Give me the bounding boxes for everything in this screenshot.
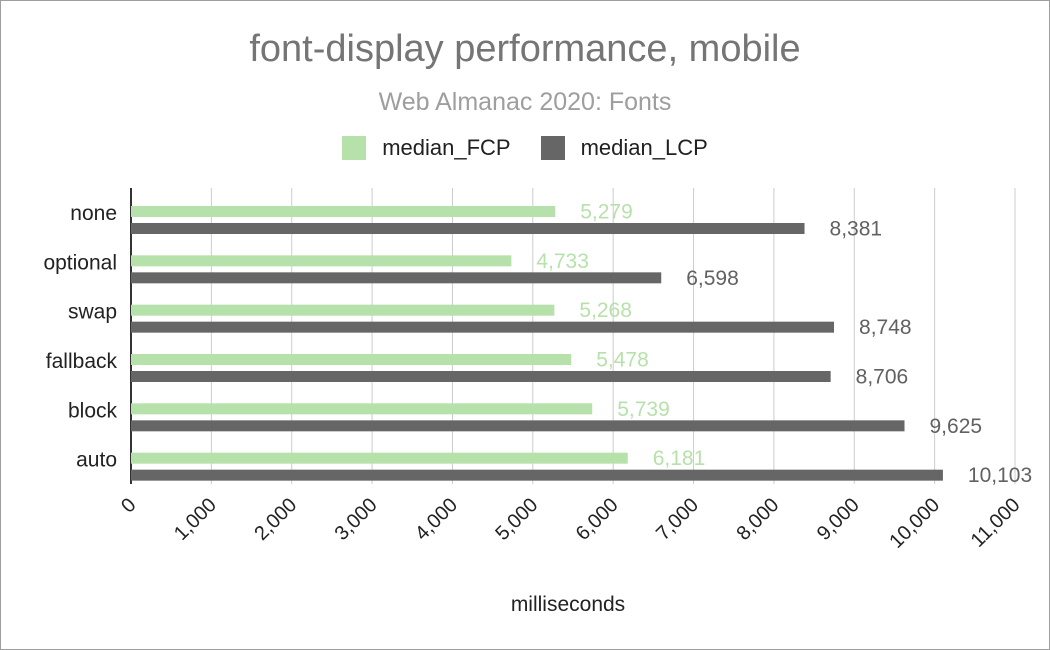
bar-median-fcp [131, 206, 556, 217]
x-tick-label: 10,000 [885, 494, 944, 553]
bar-chart: 0 1,000 2,000 3,000 4,000 5,000 6,000 7,000 8,00… [43, 188, 1032, 616]
x-tick-label: 9,000 [813, 494, 864, 545]
data-label: 6,181 [653, 447, 706, 470]
x-tick-label: 7,000 [652, 494, 703, 545]
data-label: 9,625 [930, 415, 983, 438]
category-label: fallback [46, 350, 118, 373]
data-label: 6,598 [686, 267, 739, 290]
bar-median-lcp [131, 469, 943, 481]
data-label: 8,706 [856, 366, 909, 389]
data-label: 4,733 [536, 250, 589, 273]
bar-median-fcp [131, 403, 593, 415]
x-tick-label: 1,000 [170, 494, 221, 545]
x-tick-label: 4,000 [411, 494, 462, 545]
category-label: optional [43, 251, 117, 274]
data-label: 10,103 [968, 464, 1032, 487]
x-axis-title: milliseconds [511, 593, 625, 616]
bar-median-fcp [131, 354, 572, 365]
bar-median-fcp [131, 255, 512, 267]
data-label: 5,268 [579, 299, 632, 322]
x-tick-label: 5,000 [491, 494, 542, 545]
category-label: swap [68, 301, 117, 324]
category-label: auto [76, 449, 117, 472]
category-label: block [68, 399, 118, 422]
x-tick-label: 2,000 [250, 494, 301, 545]
bar-median-lcp [131, 223, 805, 234]
x-tick-label: 8,000 [732, 494, 783, 545]
x-tick-label: 0 [117, 494, 140, 517]
bar-median-fcp [131, 304, 555, 316]
data-label: 5,279 [580, 201, 633, 224]
bar-median-fcp [131, 452, 628, 464]
category-label: none [70, 202, 117, 225]
bar-median-lcp [131, 371, 831, 382]
x-tick-label: 11,000 [967, 494, 1025, 552]
x-tick-label: 3,000 [331, 494, 382, 545]
data-label: 8,381 [830, 218, 883, 241]
bar-median-lcp [131, 272, 662, 284]
bar-median-lcp [131, 321, 835, 333]
data-label: 5,478 [596, 349, 649, 372]
x-tick-label: 6,000 [572, 494, 623, 545]
bar-median-lcp [131, 420, 905, 432]
data-label: 8,748 [859, 316, 912, 339]
data-label: 5,739 [617, 398, 670, 421]
